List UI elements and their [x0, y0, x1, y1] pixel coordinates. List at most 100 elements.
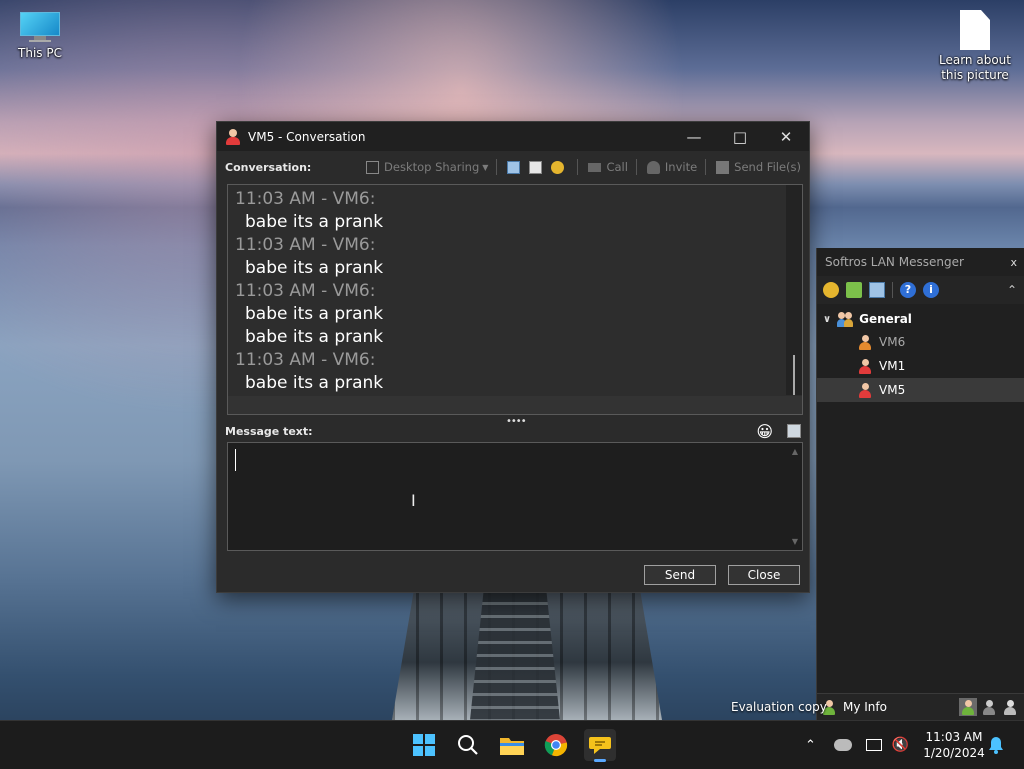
contact-item[interactable]: VM6 [817, 330, 1024, 354]
clock-time: 11:03 AM [925, 730, 983, 744]
this-pc-icon [20, 12, 60, 42]
notebook-icon[interactable] [869, 282, 885, 298]
folder-icon [500, 738, 524, 755]
minimize-button[interactable]: — [671, 122, 717, 151]
user-busy-icon [1004, 699, 1016, 715]
status-busy-button[interactable] [1001, 698, 1019, 716]
status-away-button[interactable] [980, 698, 998, 716]
user-online-icon [962, 699, 974, 715]
info-icon[interactable]: i [923, 282, 939, 298]
conversation-history[interactable]: 11:03 AM - VM6: babe its a prank 11:03 A… [227, 184, 803, 415]
window-titlebar[interactable]: VM5 - Conversation — □ ✕ [217, 122, 809, 151]
message: 11:03 AM - VM6: babe its a prank [235, 349, 802, 395]
panel-footer: My Info [817, 693, 1024, 720]
search-icon [458, 735, 478, 755]
contact-item[interactable]: VM5 [817, 378, 1024, 402]
chrome-button[interactable] [540, 729, 572, 761]
message-text: babe its a prank [245, 258, 384, 278]
message-text: babe its a prank [245, 327, 384, 347]
desktop-icon-this-pc[interactable]: This PC [0, 12, 80, 61]
clock[interactable]: 11:03 AM 1/20/2024 [918, 729, 990, 761]
network-icon[interactable] [865, 739, 882, 751]
scrollbar-thumb[interactable] [793, 355, 795, 395]
close-button[interactable]: Close [728, 565, 800, 585]
chevron-down-icon[interactable]: ∨ [823, 314, 831, 325]
document-icon [960, 10, 990, 50]
notification-bell-icon[interactable] [988, 736, 1004, 757]
active-indicator [594, 759, 606, 762]
formatting-icon[interactable] [787, 424, 801, 438]
search-button[interactable] [452, 729, 484, 761]
desktop-sharing-button[interactable]: Desktop Sharing ▼ [366, 160, 488, 174]
chevron-up-icon[interactable]: ⌃ [805, 738, 816, 753]
toolbar-divider [635, 159, 637, 175]
clock-date: 1/20/2024 [923, 746, 985, 760]
send-button[interactable]: Send [644, 565, 716, 585]
vertical-scrollbar[interactable] [786, 185, 802, 395]
messenger-panel: Softros LAN Messenger x ? i ⌃ ∨ General … [816, 248, 1024, 720]
contact-item[interactable]: VM1 [817, 354, 1024, 378]
scroll-down-arrow-icon[interactable]: ▼ [792, 537, 798, 546]
open-folder-icon[interactable] [846, 282, 862, 298]
softros-messenger-button[interactable] [584, 729, 616, 762]
document-lock-icon [529, 160, 543, 174]
add-users-icon [646, 160, 660, 174]
help-icon[interactable]: ? [900, 282, 916, 298]
save-conversation-button[interactable] [529, 160, 547, 174]
message: 11:03 AM - VM6: babe its a prank babe it… [235, 280, 802, 349]
invite-button[interactable]: Invite [646, 160, 698, 174]
panel-title: Softros LAN Messenger [825, 255, 964, 269]
emoticon-icon[interactable]: 😀 [756, 422, 773, 441]
user-icon [859, 382, 871, 398]
message-text-label: Message text: [225, 424, 313, 438]
maximize-button[interactable]: □ [717, 122, 763, 151]
window-title: VM5 - Conversation [248, 129, 366, 144]
speaker-muted-icon[interactable]: 🔇 [892, 737, 909, 753]
file-explorer-button[interactable] [496, 729, 528, 761]
message-text: babe its a prank [245, 212, 384, 232]
message-list: 11:03 AM - VM6: babe its a prank 11:03 A… [228, 185, 802, 395]
history-button[interactable] [507, 160, 525, 174]
group-label: General [859, 312, 912, 326]
group-general[interactable]: ∨ General [817, 308, 1024, 330]
toolbar-divider [577, 159, 579, 175]
monitor-icon [366, 160, 380, 174]
message-input[interactable]: I ▲ ▼ [227, 442, 803, 551]
message-header: 11:03 AM - VM6: [235, 189, 376, 209]
gear-icon [551, 160, 565, 174]
send-files-button[interactable]: Send File(s) [716, 160, 801, 174]
my-info-button[interactable]: My Info [817, 699, 887, 715]
call-button[interactable]: Call [588, 160, 628, 174]
contact-name: VM6 [879, 335, 906, 349]
group-icon [837, 311, 854, 327]
windows-logo-icon [413, 734, 435, 756]
message-header: 11:03 AM - VM6: [235, 350, 376, 370]
chevron-up-icon[interactable]: ⌃ [1007, 283, 1017, 297]
panel-toolbar: ? i ⌃ [817, 276, 1024, 304]
status-online-button[interactable] [959, 698, 977, 716]
cloud-icon[interactable] [833, 739, 852, 751]
gear-icon[interactable] [823, 282, 839, 298]
message: 11:03 AM - VM6: babe its a prank [235, 234, 802, 280]
invite-label: Invite [664, 160, 698, 174]
settings-button[interactable] [551, 160, 569, 174]
user-away-icon [983, 699, 995, 715]
conversation-toolbar: Conversation: Desktop Sharing ▼ Call Inv… [217, 151, 809, 183]
chrome-icon [544, 734, 568, 757]
desktop-icon-learn-about-picture[interactable]: Learn about this picture [935, 10, 1015, 83]
chevron-down-icon: ▼ [482, 162, 489, 172]
desktop-icon-label: This PC [18, 46, 62, 60]
close-icon[interactable]: x [1010, 256, 1017, 269]
video-camera-icon [588, 162, 602, 172]
horizontal-scrollbar[interactable] [228, 396, 802, 414]
panel-titlebar[interactable]: Softros LAN Messenger x [817, 248, 1024, 276]
message-text: babe its a prank [245, 373, 384, 393]
message-text-bar: Message text: 😀 [225, 422, 801, 441]
start-button[interactable] [408, 729, 440, 761]
scroll-up-arrow-icon[interactable]: ▲ [792, 447, 798, 456]
system-tray: ⌃ 🔇 [805, 721, 909, 769]
contact-name: VM1 [879, 359, 906, 373]
contact-name: VM5 [879, 383, 906, 397]
close-window-button[interactable]: ✕ [763, 122, 809, 151]
contact-tree: ∨ General VM6 VM1 VM5 [817, 308, 1024, 402]
